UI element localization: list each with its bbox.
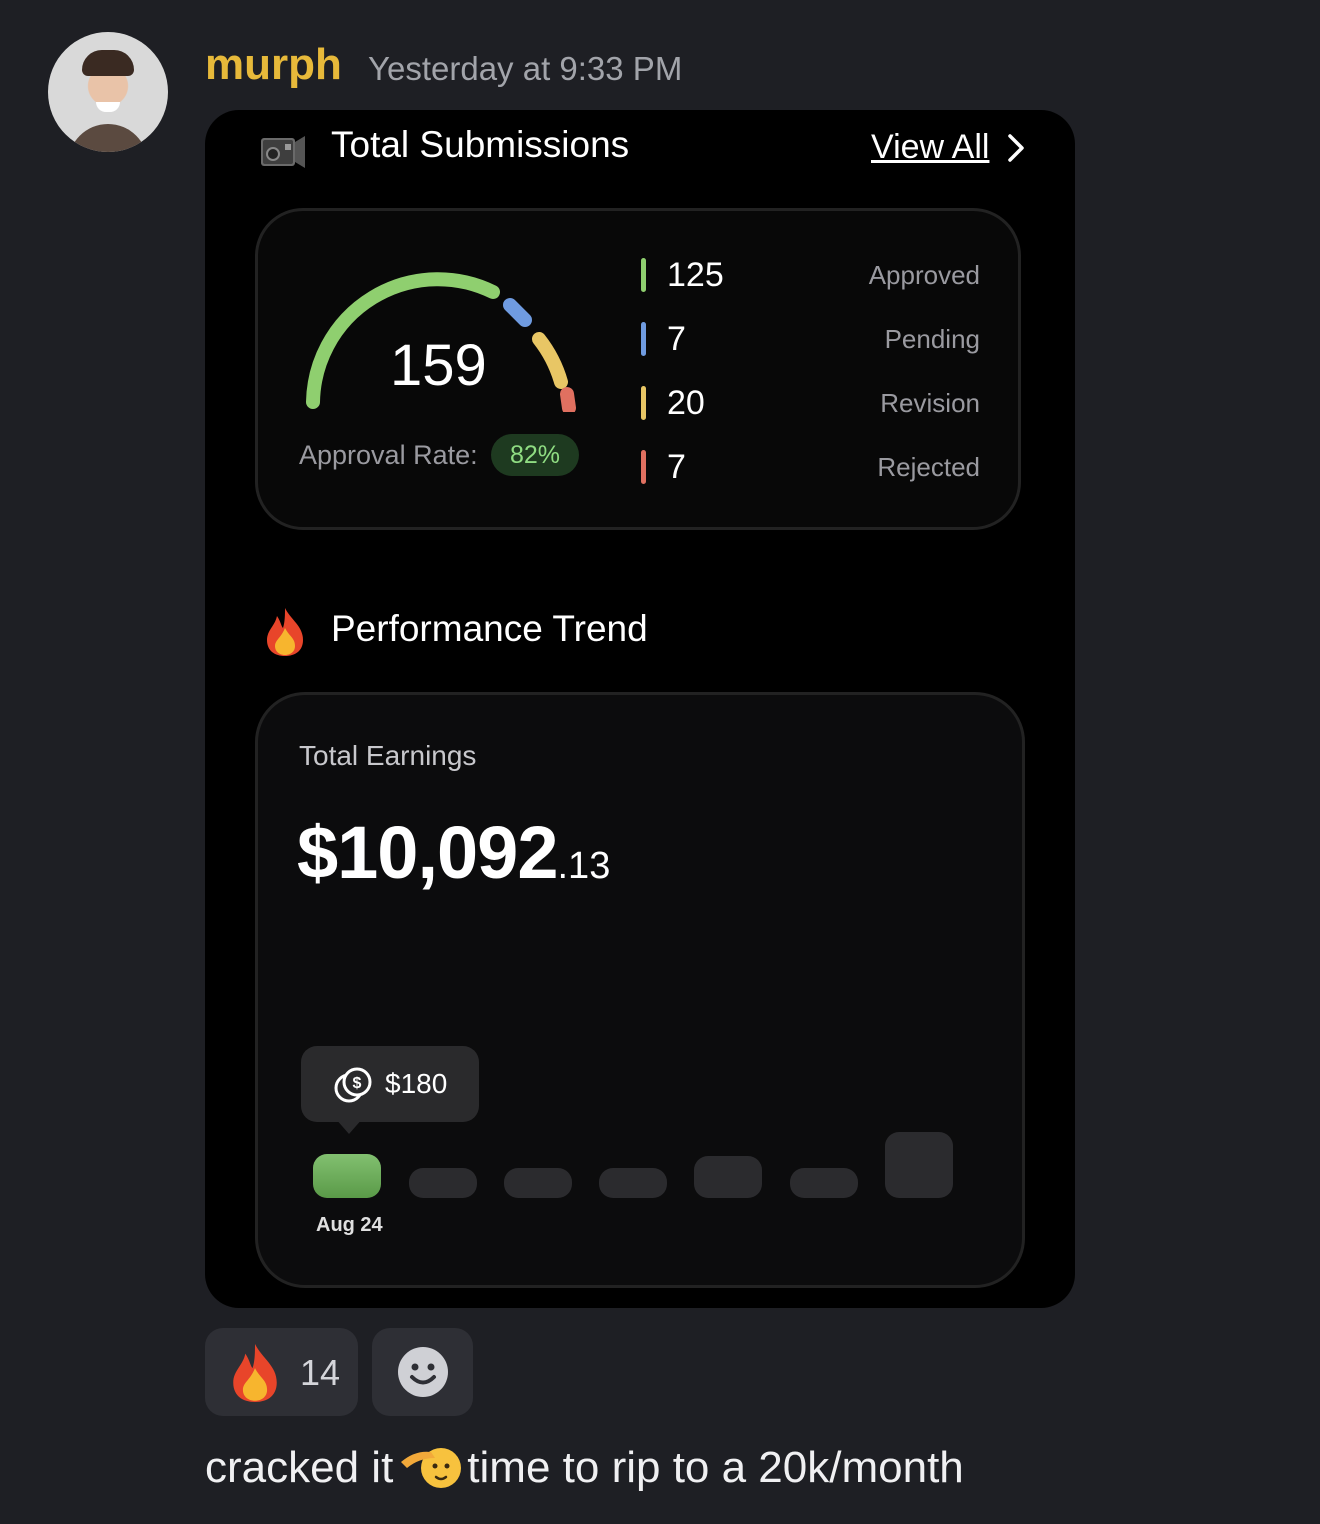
earnings-main: $10,092	[297, 811, 558, 894]
earnings-bar[interactable]	[885, 1132, 953, 1198]
tooltip-pointer	[335, 1118, 363, 1134]
message-timestamp: Yesterday at 9:33 PM	[368, 50, 683, 87]
approved-label: Approved	[868, 260, 980, 290]
submissions-title: Total Submissions	[331, 124, 630, 165]
pending-label: Pending	[884, 324, 980, 354]
svg-text:$: $	[353, 1075, 362, 1092]
avatar-smile	[96, 102, 120, 112]
total-earnings-amount: $10,092.13	[297, 810, 610, 895]
earnings-panel	[255, 692, 1025, 1288]
total-submissions-value: 159	[390, 333, 487, 398]
active-bar-date-label: Aug 24	[316, 1214, 383, 1236]
pending-color-marker	[641, 322, 646, 356]
avatar-hair	[82, 50, 134, 76]
approved-color-marker	[641, 258, 646, 292]
earnings-bar[interactable]	[504, 1168, 572, 1198]
rejected-count: 7	[667, 448, 686, 486]
fire-icon	[233, 1344, 277, 1402]
message-text-after: time to rip to a 20k/month	[467, 1443, 964, 1492]
tooltip-value: $180	[385, 1068, 448, 1099]
video-camera-icon	[261, 136, 305, 168]
earnings-bar[interactable]	[694, 1156, 762, 1198]
approved-count: 125	[667, 256, 724, 294]
pending-count: 7	[667, 320, 686, 358]
reaction-count: 14	[300, 1352, 341, 1393]
chevron-right-icon[interactable]	[1005, 132, 1027, 164]
total-earnings-label: Total Earnings	[299, 740, 477, 771]
avatar-shirt	[68, 124, 148, 152]
rejected-label: Rejected	[877, 452, 980, 482]
fire-icon	[267, 608, 303, 656]
revision-count: 20	[667, 384, 705, 422]
earnings-cents: .13	[557, 845, 611, 887]
smiley-icon	[398, 1347, 448, 1397]
coins-icon: $	[334, 1067, 372, 1103]
earnings-bar[interactable]	[790, 1168, 858, 1198]
earnings-bar[interactable]	[409, 1168, 477, 1198]
performance-trend-title: Performance Trend	[331, 608, 648, 649]
shared-image-card[interactable]: Total Submissions View All 159 Approval …	[205, 110, 1075, 1308]
saluting-face-icon	[401, 1448, 462, 1488]
approval-rate-label: Approval Rate:	[299, 440, 478, 470]
earnings-bar[interactable]	[599, 1168, 667, 1198]
approval-rate-badge: 82%	[491, 434, 579, 476]
avatar[interactable]	[48, 32, 168, 152]
earnings-bar-active[interactable]	[313, 1154, 381, 1198]
message-text: cracked it time to rip to a 20k/month	[205, 1436, 964, 1493]
revision-color-marker	[641, 386, 646, 420]
rejected-color-marker	[641, 450, 646, 484]
message-text-before: cracked it	[205, 1443, 394, 1492]
username[interactable]: murph	[205, 40, 342, 90]
revision-label: Revision	[880, 388, 980, 418]
view-all-link[interactable]: View All	[871, 128, 989, 167]
